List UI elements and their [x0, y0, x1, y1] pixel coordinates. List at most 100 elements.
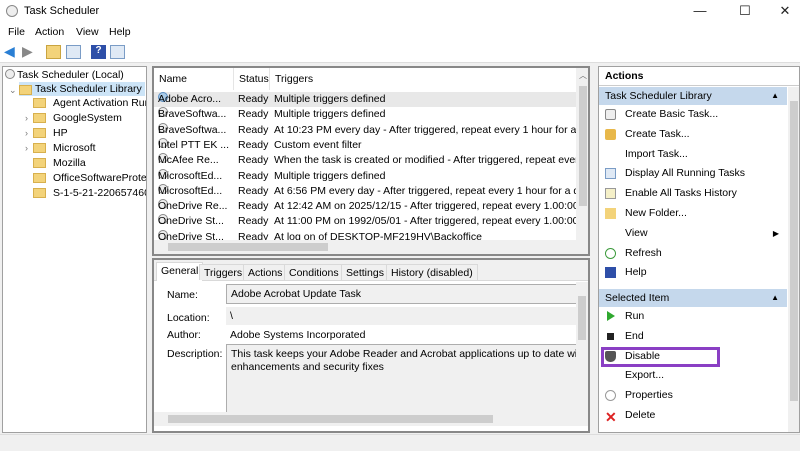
actions-pane: Actions Task Scheduler Library ▲ Create B…	[598, 66, 800, 433]
tab-conditions[interactable]: Conditions	[284, 264, 344, 280]
tab-actions[interactable]: Actions	[243, 264, 288, 280]
table-row[interactable]: OneDrive St... Ready At 11:00 PM on 1992/0…	[154, 214, 576, 229]
chevron-right-icon[interactable]: ›	[25, 113, 28, 123]
scroll-thumb[interactable]	[579, 86, 587, 206]
author-value: Adobe Systems Incorporated	[230, 329, 366, 341]
action-label: Export...	[625, 369, 665, 382]
scroll-thumb[interactable]	[578, 296, 586, 340]
folder-icon	[33, 128, 46, 138]
folder-label: S-1-5-21-2206574608-	[53, 187, 146, 199]
folder-icon	[605, 208, 616, 219]
section-task-scheduler-library[interactable]: Task Scheduler Library ▲	[599, 87, 787, 105]
tree-root[interactable]: Task Scheduler (Local)	[5, 68, 124, 82]
maximize-button[interactable]: ☐	[725, 0, 765, 22]
chevron-right-icon[interactable]: ›	[25, 128, 28, 138]
column-header-triggers[interactable]: Triggers	[270, 68, 576, 90]
tree-folder[interactable]: HP	[33, 126, 68, 140]
action-enable-all-tasks-history[interactable]: Enable All Tasks History	[599, 184, 787, 203]
show-hide-console-tree-icon[interactable]	[66, 45, 81, 59]
task-name: OneDrive St...	[158, 215, 224, 228]
action-new-folder[interactable]: New Folder...	[599, 204, 787, 223]
tab-general[interactable]: General	[156, 262, 204, 281]
actions-scrollbar[interactable]	[788, 87, 799, 432]
scroll-thumb[interactable]	[168, 243, 328, 251]
name-field[interactable]: Adobe Acrobat Update Task	[226, 284, 578, 304]
tree-folder[interactable]: OfficeSoftwareProtect	[33, 171, 146, 185]
action-properties[interactable]: Properties	[599, 386, 787, 405]
task-name: Intel PTT EK ...	[158, 138, 229, 151]
table-row[interactable]: BraveSoftwa... Ready At 10:23 PM every day…	[154, 122, 576, 138]
console-tree: Task Scheduler (Local) ⌄ Task Scheduler …	[2, 66, 147, 433]
location-label: Location:	[167, 312, 210, 324]
column-header-name[interactable]: Name	[154, 68, 234, 90]
location-field[interactable]: \	[226, 307, 578, 325]
task-triggers: At 10:23 PM every day - After triggered,…	[274, 123, 576, 136]
chevron-down-icon[interactable]: ⌄	[9, 85, 17, 96]
action-create-basic-task[interactable]: Create Basic Task...	[599, 105, 787, 124]
menu-view[interactable]: View	[76, 26, 99, 38]
section-selected-item[interactable]: Selected Item ▲	[599, 289, 787, 307]
close-button[interactable]: ✕	[765, 0, 800, 22]
task-status: Ready	[238, 154, 269, 167]
action-disable[interactable]: Disable	[599, 346, 787, 367]
column-header-status[interactable]: Status	[234, 68, 270, 90]
help-icon[interactable]: ?	[91, 45, 106, 59]
action-delete[interactable]: ✕ Delete	[599, 406, 787, 425]
menu-action[interactable]: Action	[35, 26, 64, 38]
table-row[interactable]: Intel PTT EK ... Ready Custom event filter	[154, 137, 576, 153]
horizontal-scrollbar[interactable]	[154, 240, 588, 254]
table-row[interactable]: OneDrive Re... Ready At 12:42 AM on 2025/1…	[154, 199, 576, 214]
tree-folder[interactable]: Microsoft	[33, 141, 96, 155]
action-view[interactable]: View ▶	[599, 224, 787, 243]
show-hide-action-pane-icon[interactable]	[110, 45, 125, 59]
details-horizontal-scrollbar[interactable]	[154, 412, 588, 426]
section-title: Task Scheduler Library	[605, 90, 712, 102]
action-create-task[interactable]: Create Task...	[599, 125, 787, 144]
tree-folder[interactable]: GoogleSystem	[33, 111, 122, 125]
table-row[interactable]: Adobe Acro... Ready Multiple triggers defi…	[154, 92, 576, 107]
tab-settings[interactable]: Settings	[341, 264, 389, 280]
action-run[interactable]: Run	[599, 307, 787, 326]
task-triggers: At 11:00 PM on 1992/05/01 - After trigge…	[274, 215, 576, 228]
folder-label: Mozilla	[53, 157, 86, 169]
scroll-thumb[interactable]	[168, 415, 493, 423]
action-display-all-running-tasks[interactable]: Display All Running Tasks	[599, 164, 787, 183]
table-row[interactable]: McAfee Re... Ready When the task is create…	[154, 153, 576, 168]
minimize-button[interactable]: —	[680, 0, 720, 22]
tab-triggers[interactable]: Triggers	[199, 264, 248, 280]
vertical-scrollbar[interactable]: ︿	[576, 68, 588, 240]
collapse-icon[interactable]: ▲	[771, 87, 779, 105]
task-triggers: At 6:56 PM every day - After triggered, …	[274, 184, 576, 197]
tree-folder[interactable]: S-1-5-21-2206574608-	[33, 186, 146, 200]
chevron-right-icon[interactable]: ›	[25, 143, 28, 153]
folder-up-icon[interactable]	[46, 45, 61, 59]
tab-history[interactable]: History (disabled)	[386, 264, 478, 280]
action-label: Refresh	[625, 246, 662, 259]
table-row[interactable]: MicrosoftEd... Ready Multiple triggers def…	[154, 168, 576, 184]
create-task-icon	[605, 128, 616, 140]
tree-folder[interactable]: Mozilla	[33, 156, 86, 170]
forward-arrow-icon[interactable]: ▶	[22, 44, 37, 59]
scroll-thumb[interactable]	[790, 101, 798, 401]
column-headers: Name Status Triggers	[154, 68, 576, 90]
tree-item-library[interactable]: Task Scheduler Library	[19, 82, 145, 96]
folder-label: GoogleSystem	[53, 112, 122, 124]
tree-folder[interactable]: Agent Activation Runt	[33, 96, 147, 110]
action-help[interactable]: Help	[599, 263, 787, 282]
back-arrow-icon[interactable]: ◀	[4, 44, 19, 59]
action-label: Display All Running Tasks	[625, 167, 746, 180]
table-row[interactable]: MicrosoftEd... Ready At 6:56 PM every day …	[154, 183, 576, 199]
refresh-icon	[605, 247, 616, 259]
collapse-icon[interactable]: ▲	[771, 289, 779, 307]
action-import-task[interactable]: Import Task...	[599, 145, 787, 164]
menu-help[interactable]: Help	[109, 26, 131, 38]
details-vertical-scrollbar[interactable]	[576, 282, 588, 412]
submenu-arrow-icon: ▶	[772, 228, 779, 238]
menu-file[interactable]: File	[8, 26, 25, 38]
action-export[interactable]: Export...	[599, 366, 787, 385]
action-label: New Folder...	[625, 207, 687, 219]
table-row[interactable]: BraveSoftwa... Ready Multiple triggers def…	[154, 107, 576, 122]
action-end[interactable]: End	[599, 327, 787, 346]
action-refresh[interactable]: Refresh	[599, 244, 787, 263]
folder-label: Agent Activation Runt	[53, 97, 147, 109]
